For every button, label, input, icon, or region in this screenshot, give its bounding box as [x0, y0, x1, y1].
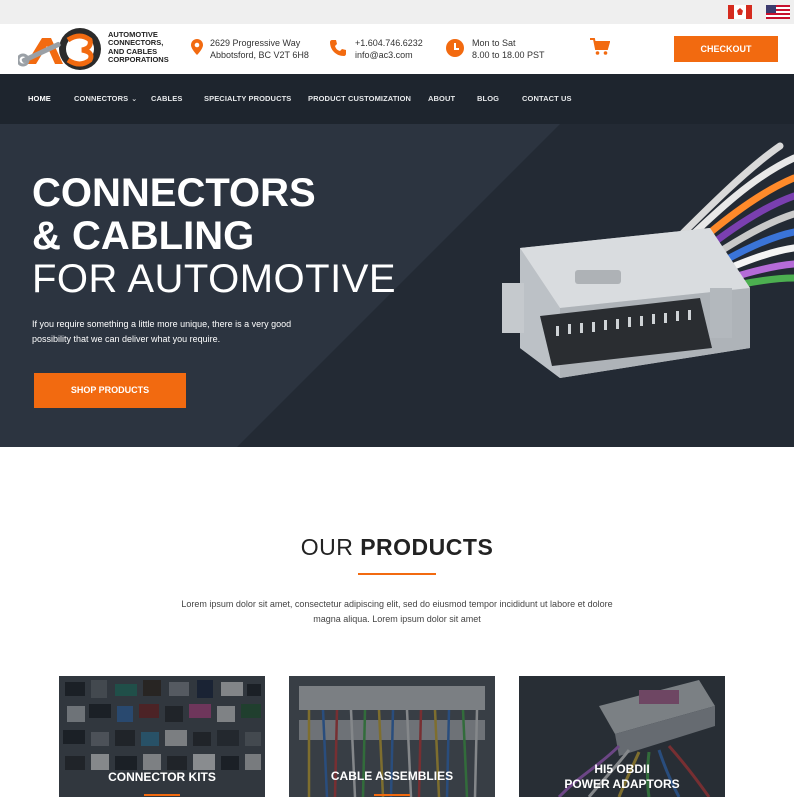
- address-info: 2629 Progressive Way Abbotsford, BC V2T …: [210, 37, 309, 61]
- checkout-button[interactable]: CHECKOUT: [674, 36, 778, 62]
- products-description: Lorem ipsum dolor sit amet, consectetur …: [181, 599, 613, 624]
- card-title-line: POWER ADAPTORS: [564, 777, 680, 791]
- chevron-down-icon: ⌄: [131, 96, 138, 103]
- main-nav: HOME CONNECTORS ⌄ CABLES SPECIALTY PRODUC…: [0, 74, 794, 124]
- nav-item-cables[interactable]: CABLES: [151, 74, 182, 124]
- logo-text: AUTOMOTIVE CONNECTORS, AND CABLES CORPOR…: [108, 30, 188, 64]
- nav-item-product-customization[interactable]: PRODUCT CUSTOMIZATION: [308, 74, 411, 124]
- products-heading-bold: PRODUCTS: [360, 534, 494, 560]
- email-link[interactable]: info@ac3.com: [355, 49, 423, 61]
- map-pin-icon: [191, 39, 203, 55]
- nav-item-specialty-products[interactable]: SPECIALTY PRODUCTS: [204, 74, 291, 124]
- shop-products-button[interactable]: SHOP PRODUCTS: [34, 373, 186, 408]
- nav-item-connectors[interactable]: CONNECTORS ⌄: [74, 74, 137, 124]
- nav-item-label: CONNECTORS: [74, 94, 129, 103]
- us-flag-icon[interactable]: [766, 5, 790, 19]
- card-accent-bar: [144, 794, 180, 796]
- contact-info: +1.604.746.6232 info@ac3.com: [355, 37, 423, 61]
- address-line: 2629 Progressive Way: [210, 38, 301, 48]
- connector-image: [502, 142, 794, 378]
- logo[interactable]: AUTOMOTIVE CONNECTORS, AND CABLES CORPOR…: [18, 26, 178, 72]
- card-accent-bar: [374, 794, 410, 796]
- heading-underline: [358, 573, 436, 575]
- nav-item-about[interactable]: ABOUT: [428, 74, 455, 124]
- hero-title-line: & CABLING: [32, 214, 255, 258]
- product-card-hi5-obdii-power-adaptors[interactable]: HI5 OBDII POWER ADAPTORS: [519, 676, 725, 797]
- hours-line: 8.00 to 18.00 PST: [472, 50, 545, 60]
- card-title: HI5 OBDII POWER ADAPTORS: [519, 762, 725, 792]
- logo-mark-icon: [18, 28, 101, 70]
- logo-line: CORPORATIONS: [108, 54, 169, 64]
- hero-banner: CONNECTORS & CABLING FOR AUTOMOTIVE If y…: [0, 124, 794, 447]
- hours-line: Mon to Sat: [472, 38, 516, 48]
- clock-icon: [446, 39, 464, 57]
- card-title: CONNECTOR KITS: [108, 770, 216, 784]
- products-heading-light: OUR: [300, 534, 354, 560]
- nav-item-contact-us[interactable]: CONTACT US: [522, 74, 572, 124]
- hero-title-line: CONNECTORS: [32, 171, 316, 215]
- nav-item-blog[interactable]: BLOG: [477, 74, 499, 124]
- phone-number[interactable]: +1.604.746.6232: [355, 37, 423, 49]
- card-title: CABLE ASSEMBLIES: [330, 769, 454, 783]
- card-title-line: HI5 OBDII: [594, 762, 650, 776]
- hours-info: Mon to Sat 8.00 to 18.00 PST: [472, 37, 545, 61]
- hero-title: CONNECTORS & CABLING FOR AUTOMOTIVE: [32, 172, 396, 301]
- site-header: AUTOMOTIVE CONNECTORS, AND CABLES CORPOR…: [0, 24, 794, 74]
- phone-icon: [330, 40, 346, 56]
- hero-description: If you require something a little more u…: [32, 319, 292, 344]
- hero-title-line: FOR AUTOMOTIVE: [32, 257, 397, 301]
- language-bar: [0, 0, 794, 24]
- address-line: Abbotsford, BC V2T 6H8: [210, 50, 309, 60]
- canada-flag-icon[interactable]: [728, 5, 752, 19]
- product-card-cable-assemblies[interactable]: CABLE ASSEMBLIES: [289, 676, 495, 797]
- shopping-cart-icon[interactable]: [590, 38, 610, 56]
- nav-item-home[interactable]: HOME: [28, 74, 51, 124]
- products-heading: OUR PRODUCTS: [0, 534, 794, 561]
- product-card-connector-kits[interactable]: CONNECTOR KITS: [59, 676, 265, 797]
